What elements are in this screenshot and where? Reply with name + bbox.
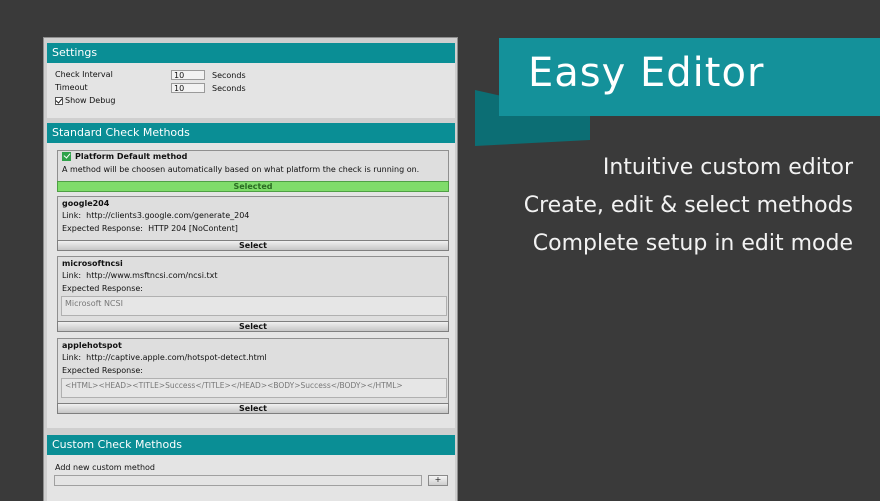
select-button-microsoftncsi[interactable]: Select <box>57 321 449 332</box>
platform-selected-bar: Selected <box>57 181 449 192</box>
method-box-applehotspot: applehotspot Link: http://captive.apple.… <box>57 338 449 404</box>
select-button-applehotspot[interactable]: Select <box>57 403 449 414</box>
settings-header[interactable]: Settings <box>47 43 455 63</box>
response-label: Expected Response: <box>62 366 143 375</box>
response-label: Expected Response: <box>62 224 143 233</box>
show-debug-checkbox[interactable] <box>55 96 63 105</box>
method-box-microsoftncsi: microsoftncsi Link: http://www.msftncsi.… <box>57 256 449 322</box>
platform-default-title: Platform Default method <box>75 152 188 161</box>
add-custom-method-label: Add new custom method <box>55 463 156 472</box>
platform-default-title-row[interactable]: Platform Default method <box>62 152 187 161</box>
check-interval-field[interactable]: 10 <box>171 70 205 80</box>
check-interval-unit: Seconds <box>212 71 246 80</box>
link-label: Link: <box>62 211 82 220</box>
method-link-row: Link: http://www.msftncsi.com/ncsi.txt <box>62 271 217 280</box>
show-debug-label: Show Debug <box>65 96 116 105</box>
method-link-row: Link: http://clients3.google.com/generat… <box>62 211 249 220</box>
timeout-label: Timeout <box>55 83 88 92</box>
standard-methods-section: Platform Default method A method will be… <box>47 143 455 428</box>
method-response-row: Expected Response: HTTP 204 [NoContent] <box>62 224 238 233</box>
method-name: microsoftncsi <box>62 259 123 268</box>
inspector-panel: Settings Check Interval 10 Seconds Timeo… <box>43 37 458 501</box>
custom-methods-header[interactable]: Custom Check Methods <box>47 435 455 455</box>
platform-default-checkbox[interactable] <box>62 152 71 161</box>
response-textarea[interactable]: Microsoft NCSI <box>61 296 447 316</box>
custom-method-input[interactable] <box>54 475 422 486</box>
check-interval-label: Check Interval <box>55 70 113 79</box>
custom-methods-section: Add new custom method + <box>47 455 455 501</box>
method-name: google204 <box>62 199 110 208</box>
method-box-google204: google204 Link: http://clients3.google.c… <box>57 196 449 241</box>
platform-default-description: A method will be choosen automatically b… <box>62 165 420 174</box>
method-link-row: Link: http://captive.apple.com/hotspot-d… <box>62 353 267 362</box>
link-label: Link: <box>62 353 82 362</box>
settings-section: Check Interval 10 Seconds Timeout 10 Sec… <box>47 63 455 118</box>
show-debug-row[interactable]: Show Debug <box>55 96 115 105</box>
method-name: applehotspot <box>62 341 122 350</box>
add-custom-method-button[interactable]: + <box>428 475 448 486</box>
method-link: http://clients3.google.com/generate_204 <box>86 211 250 220</box>
timeout-unit: Seconds <box>212 84 246 93</box>
response-textarea[interactable]: <HTML><HEAD><TITLE>Success</TITLE></HEAD… <box>61 378 447 398</box>
method-link: http://captive.apple.com/hotspot-detect.… <box>86 353 267 362</box>
method-link: http://www.msftncsi.com/ncsi.txt <box>86 271 218 280</box>
tagline-3: Complete setup in edit mode <box>532 231 853 256</box>
standard-methods-header[interactable]: Standard Check Methods <box>47 123 455 143</box>
select-button-google204[interactable]: Select <box>57 240 449 251</box>
response-label: Expected Response: <box>62 284 143 293</box>
banner-title: Easy Editor <box>528 50 765 96</box>
link-label: Link: <box>62 271 82 280</box>
timeout-field[interactable]: 10 <box>171 83 205 93</box>
tagline-1: Intuitive custom editor <box>602 155 853 180</box>
tagline-2: Create, edit & select methods <box>523 193 853 218</box>
method-response: HTTP 204 [NoContent] <box>148 224 238 233</box>
